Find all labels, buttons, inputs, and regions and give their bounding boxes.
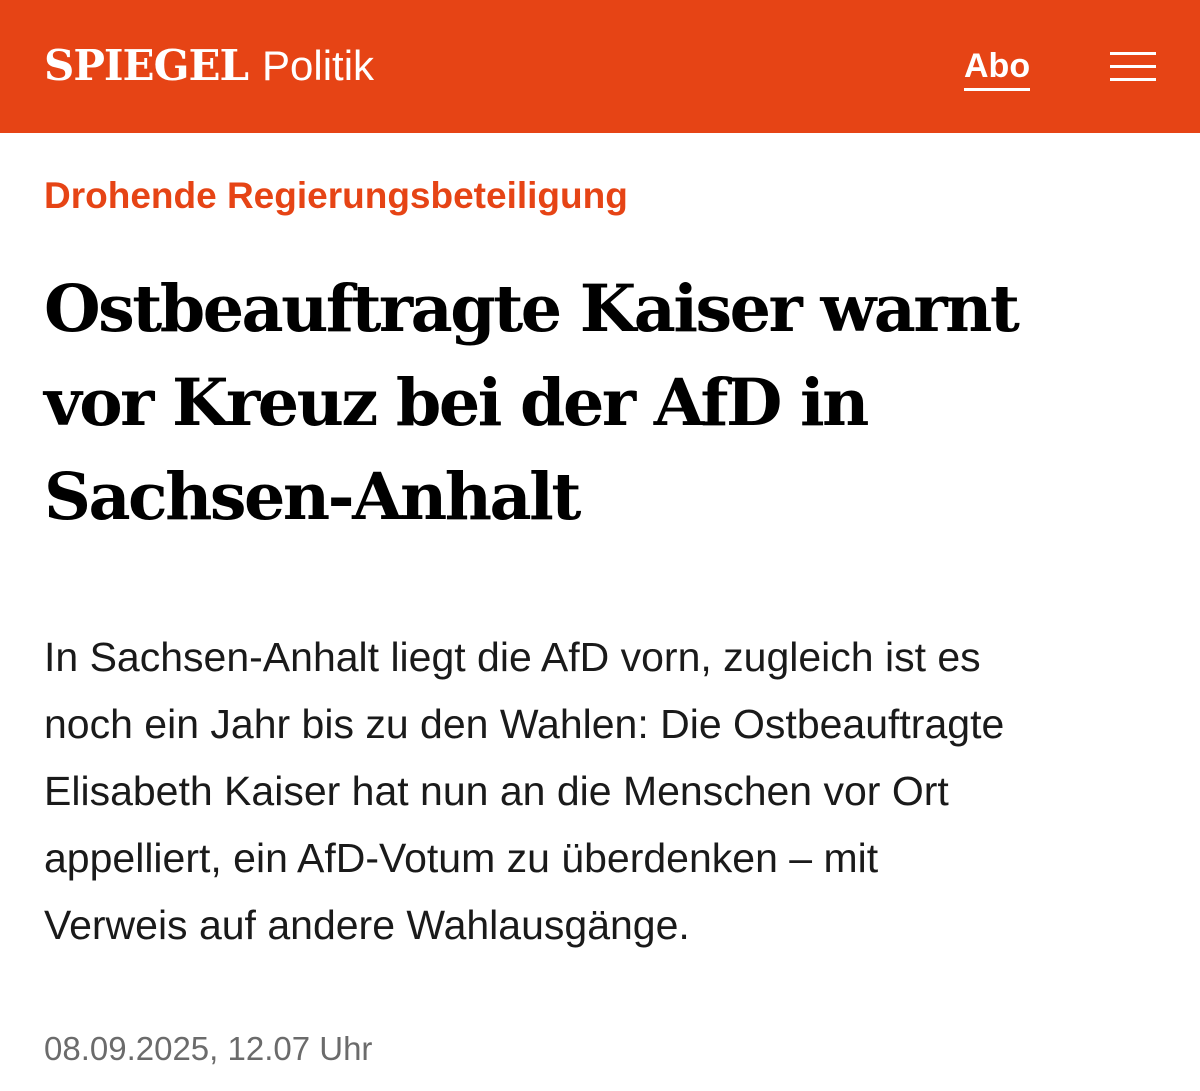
section-label[interactable]: Politik: [262, 36, 374, 96]
spiegel-logo[interactable]: SPIEGEL: [44, 36, 249, 96]
teaser-line: In Sachsen-Anhalt liegt die AfD vorn, zu…: [44, 634, 981, 680]
menu-line: [1110, 65, 1156, 68]
hamburger-menu-icon[interactable]: [1110, 52, 1156, 82]
brand[interactable]: SPIEGEL Politik: [44, 36, 374, 96]
teaser-line: noch ein Jahr bis zu den Wahlen: Die Ost…: [44, 701, 1005, 747]
article-kicker[interactable]: Drohende Regierungsbeteiligung: [44, 170, 628, 222]
menu-line: [1110, 52, 1156, 55]
teaser-line: Elisabeth Kaiser hat nun an die Menschen…: [44, 768, 949, 814]
menu-line: [1110, 78, 1156, 81]
site-header: SPIEGEL Politik Abo: [0, 0, 1200, 133]
headline-line: Ostbeauftragte Kaiser warnt: [44, 271, 1020, 347]
teaser-line: appelliert, ein AfD-Votum zu überdenken …: [44, 835, 879, 881]
article-teaser: In Sachsen-Anhalt liegt die AfD vorn, zu…: [44, 624, 1174, 959]
article-headline[interactable]: Ostbeauftragte Kaiser warnt vor Kreuz be…: [44, 262, 1154, 544]
headline-line: vor Kreuz bei der AfD in: [44, 365, 869, 441]
teaser-line: Verweis auf andere Wahlausgänge.: [44, 902, 690, 948]
abo-link[interactable]: Abo: [964, 44, 1031, 91]
headline-line: Sachsen-Anhalt: [44, 459, 581, 535]
publish-date: 08.09.2025, 12.07 Uhr: [44, 1030, 373, 1067]
